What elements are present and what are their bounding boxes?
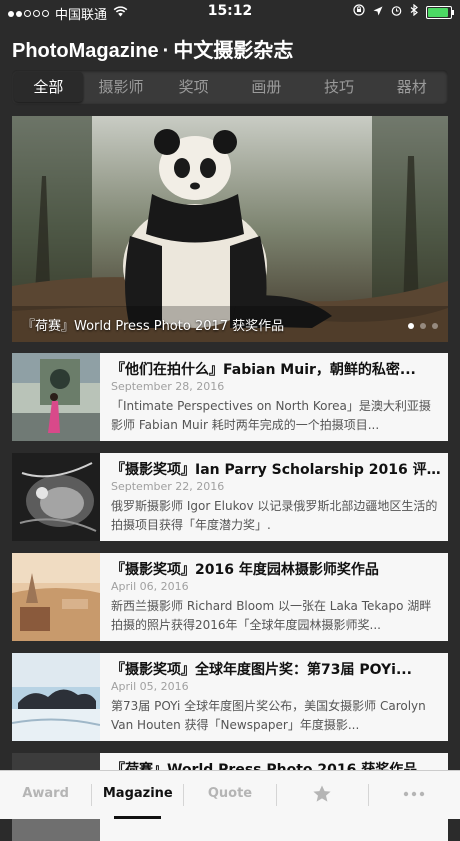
tab-magazine[interactable]: Magazine [92,771,183,819]
article-title: 『他们在拍什么』Fabian Muir，朝鲜的私密... [111,362,416,378]
article-excerpt: 第73届 POYi 全球年度图片奖公布，美国女摄影师 Carolyn Van H… [111,699,426,732]
app-title-separator: · [162,40,170,62]
article-date: September 22, 2016 [111,480,225,493]
article-excerpt: 俄罗斯摄影师 Igor Elukov 以记录俄罗斯北部边疆地区生活的拍摄项目获得… [111,499,438,532]
app-title: PhotoMagazine · 中文摄影杂志 [12,34,293,63]
category-tabs: 全部 摄影师 奖项 画册 技巧 器材 [12,70,448,104]
article-thumbnail [12,653,100,741]
more-icon [404,791,425,796]
article-thumbnail [12,553,100,641]
article-card[interactable]: 『他们在拍什么』Fabian Muir，朝鲜的私密... September 2… [12,353,448,441]
article-excerpt: 「Intimate Perspectives on North Korea」是澳… [111,399,431,432]
article-title: 『摄影奖项』2016 年度园林摄影师奖作品 [111,562,379,578]
article-thumbnail [12,453,100,541]
tab-quote[interactable]: Quote [184,771,275,819]
tab-all[interactable]: 全部 [14,72,83,102]
article-card[interactable]: 『摄影奖项』全球年度图片奖：第73届 POYi... April 05, 201… [12,653,448,741]
article-date: April 05, 2016 [111,680,189,693]
carousel-pager[interactable] [408,323,438,329]
tab-techniques[interactable]: 技巧 [305,72,374,102]
article-title: 『摄影奖项』全球年度图片奖：第73届 POYi... [111,662,412,678]
tab-equipment[interactable]: 器材 [377,72,446,102]
article-thumbnail [12,353,100,441]
article-title: 『摄影奖项』Ian Parry Scholarship 2016 评... [111,462,441,478]
pager-dot-active[interactable] [408,323,414,329]
tab-more[interactable] [369,771,460,819]
tab-awards[interactable]: 奖项 [159,72,228,102]
status-right [353,3,454,20]
article-excerpt: 新西兰摄影师 Richard Bloom 以一张在 Laka Tekapo 湖畔… [111,599,432,632]
location-icon [373,5,383,20]
orientation-lock-icon [353,4,365,20]
battery-icon [426,5,454,19]
app-subtitle: 中文摄影杂志 [173,40,294,62]
article-card[interactable]: 『摄影奖项』Ian Parry Scholarship 2016 评... Se… [12,453,448,541]
tab-albums[interactable]: 画册 [232,72,301,102]
bottom-tab-bar: Award Magazine Quote [0,770,460,819]
article-date: September 28, 2016 [111,380,225,393]
article-card[interactable]: 『摄影奖项』2016 年度园林摄影师奖作品 April 06, 2016 新西兰… [12,553,448,641]
hero-caption: 『荷赛』World Press Photo 2017 获奖作品 [22,319,285,334]
bluetooth-icon [410,3,418,20]
star-icon [313,785,331,802]
status-bar: 中国联通 15:12 [0,0,460,24]
hero-banner[interactable]: 『荷赛』World Press Photo 2017 获奖作品 [12,116,448,342]
pager-dot[interactable] [432,323,438,329]
hero-image [12,116,448,342]
article-date: April 06, 2016 [111,580,189,593]
pager-dot[interactable] [420,323,426,329]
app-name: PhotoMagazine [12,40,159,62]
tab-award[interactable]: Award [0,771,91,819]
tab-favorites[interactable] [277,771,368,819]
alarm-icon [391,5,402,20]
tab-photographers[interactable]: 摄影师 [87,72,156,102]
